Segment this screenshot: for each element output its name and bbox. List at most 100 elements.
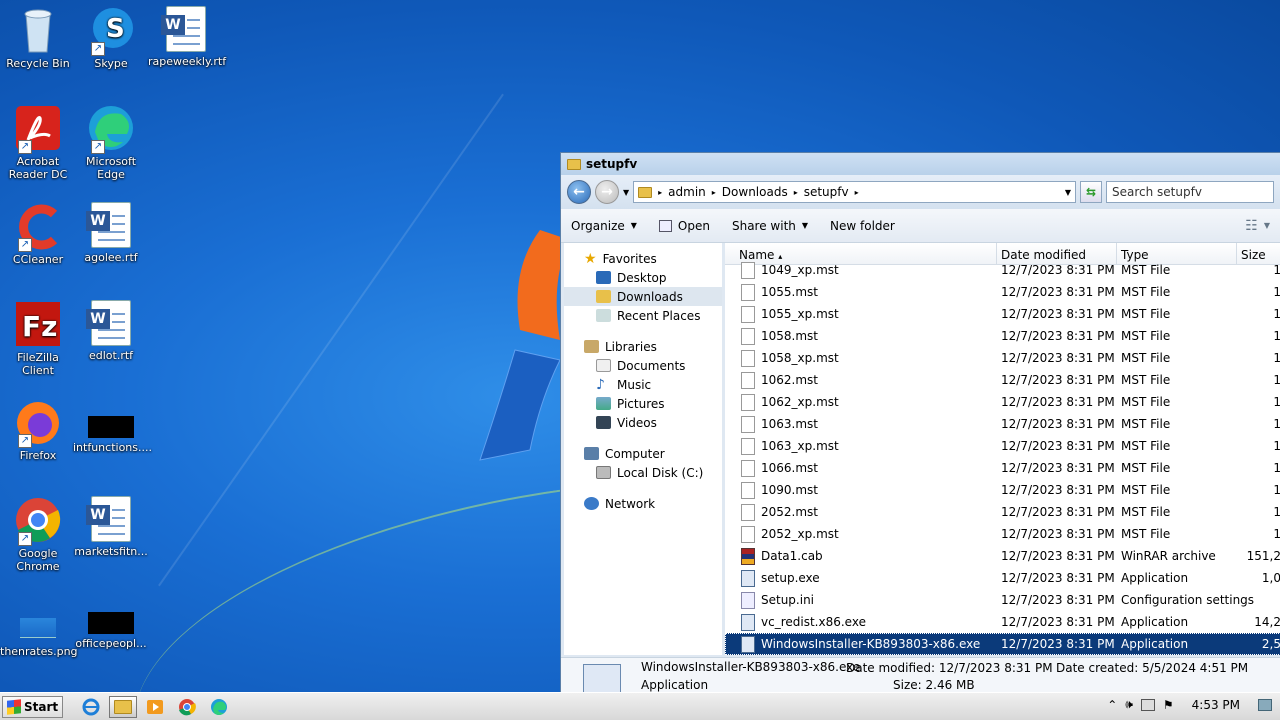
file-type: MST File <box>1121 285 1171 299</box>
libraries-icon <box>584 340 599 353</box>
file-row[interactable]: 1062.mst 12/7/2023 8:31 PM MST File 1 <box>725 369 1280 391</box>
desktop-icon-agolee[interactable]: W agolee.rtf <box>73 202 149 264</box>
chevron-right-icon[interactable]: ▸ <box>658 188 662 197</box>
desktop-icon-firefox[interactable]: ↗ Firefox <box>0 398 76 462</box>
desktop-icon-edlot[interactable]: W edlot.rtf <box>73 300 149 362</box>
file-name: 1058.mst <box>761 329 818 343</box>
downloads-folder-icon <box>596 290 611 303</box>
file-row[interactable]: 1055_xp.mst 12/7/2023 8:31 PM MST File 1 <box>725 303 1280 325</box>
desktop-icon-ccleaner[interactable]: ↗ CCleaner <box>0 202 76 266</box>
nav-computer[interactable]: Computer <box>564 444 722 463</box>
desktop-icon-chrome[interactable]: ↗ Google Chrome <box>0 496 76 573</box>
nav-libraries[interactable]: Libraries <box>564 337 722 356</box>
file-date: 12/7/2023 8:31 PM <box>1001 571 1115 585</box>
desktop-icon-rapeweekly[interactable]: W rapeweekly.rtf <box>148 6 226 68</box>
explorer-taskbar-icon[interactable] <box>109 695 138 718</box>
open-button[interactable]: Open <box>658 219 710 233</box>
nav-music[interactable]: ♪ Music <box>564 375 722 394</box>
media-player-icon[interactable] <box>141 696 169 718</box>
organize-button[interactable]: Organize ▼ <box>571 219 637 233</box>
file-row[interactable]: 1062_xp.mst 12/7/2023 8:31 PM MST File 1 <box>725 391 1280 413</box>
desktop-icon-skype[interactable]: S ↗ Skype <box>73 6 149 70</box>
back-button[interactable]: ← <box>567 180 591 204</box>
file-row[interactable]: 1058.mst 12/7/2023 8:31 PM MST File 1 <box>725 325 1280 347</box>
file-row[interactable]: 1090.mst 12/7/2023 8:31 PM MST File 1 <box>725 479 1280 501</box>
action-center-flag-icon[interactable]: ⚑ <box>1163 698 1174 712</box>
search-input[interactable]: Search setupfv <box>1106 181 1274 203</box>
file-date: 12/7/2023 8:31 PM <box>1001 593 1115 607</box>
file-date: 12/7/2023 8:31 PM <box>1001 527 1115 541</box>
nav-videos[interactable]: Videos <box>564 413 722 432</box>
share-with-button[interactable]: Share with ▼ <box>732 219 808 233</box>
chevron-right-icon[interactable]: ▸ <box>794 188 798 197</box>
details-modified: Date modified: 12/7/2023 8:31 PM <box>846 661 1053 675</box>
desktop-icon-thenrates[interactable]: thenrates.png <box>0 594 78 658</box>
file-row[interactable]: 1055.mst 12/7/2023 8:31 PM MST File 1 <box>725 281 1280 303</box>
explorer-window[interactable]: setupfv ← → ▼ ▸ admin ▸ Downloads ▸ setu… <box>560 152 1280 696</box>
view-options-icon[interactable]: ☷ ▼ <box>1245 218 1270 234</box>
column-header-size[interactable]: Size <box>1237 243 1280 264</box>
file-row[interactable]: 1063_xp.mst 12/7/2023 8:31 PM MST File 1 <box>725 435 1280 457</box>
nav-documents[interactable]: Documents <box>564 356 722 375</box>
desktop-icon-label: FileZilla Client <box>17 351 59 377</box>
window-titlebar[interactable]: setupfv <box>561 153 1280 175</box>
desktop-icon-filezilla[interactable]: Fz FileZilla Client <box>0 300 76 377</box>
show-hidden-icons-icon[interactable]: ⌃ <box>1107 698 1117 712</box>
nav-recent-places[interactable]: Recent Places <box>564 306 722 325</box>
start-button[interactable]: Start <box>2 695 64 718</box>
file-row[interactable]: 1058_xp.mst 12/7/2023 8:31 PM MST File 1 <box>725 347 1280 369</box>
desktop-icon-marketsfitn[interactable]: W marketsfitn... <box>73 496 149 558</box>
file-row[interactable]: setup.exe 12/7/2023 8:31 PM Application 1,0 <box>725 567 1280 589</box>
file-row[interactable]: 2052_xp.mst 12/7/2023 8:31 PM MST File 1 <box>725 523 1280 545</box>
file-row[interactable]: Data1.cab 12/7/2023 8:31 PM WinRAR archive… <box>725 545 1280 567</box>
file-name: 1055_xp.mst <box>761 307 839 321</box>
chrome-taskbar-icon[interactable] <box>173 696 201 718</box>
address-dropdown-chevron-icon[interactable]: ▼ <box>1065 188 1071 197</box>
file-row[interactable]: 2052.mst 12/7/2023 8:31 PM MST File 1 <box>725 501 1280 523</box>
chevron-right-icon[interactable]: ▸ <box>855 188 859 197</box>
recent-pages-chevron-icon[interactable]: ▼ <box>623 188 629 197</box>
application-icon <box>741 635 755 653</box>
ie-icon[interactable] <box>77 696 105 718</box>
file-row[interactable]: 1063.mst 12/7/2023 8:31 PM MST File 1 <box>725 413 1280 435</box>
nav-pictures[interactable]: Pictures <box>564 394 722 413</box>
refresh-icon[interactable]: ⇆ <box>1080 181 1102 203</box>
nav-local-disk[interactable]: Local Disk (C:) <box>564 463 722 482</box>
file-row[interactable]: vc_redist.x86.exe 12/7/2023 8:31 PM Applic… <box>725 611 1280 633</box>
desktop-icon-recycle-bin[interactable]: Recycle Bin <box>0 6 76 70</box>
address-bar[interactable]: ▸ admin ▸ Downloads ▸ setupfv ▸ ▼ <box>633 181 1076 203</box>
file-date: 12/7/2023 8:31 PM <box>1001 417 1115 431</box>
file-row[interactable]: Setup.ini 12/7/2023 8:31 PM Configuration … <box>725 589 1280 611</box>
clock[interactable]: 4:53 PM <box>1192 698 1240 712</box>
file-row[interactable]: 1066.mst 12/7/2023 8:31 PM MST File 1 <box>725 457 1280 479</box>
nav-desktop[interactable]: Desktop <box>564 268 722 287</box>
column-header-date[interactable]: Date modified <box>997 243 1117 264</box>
desktop-icon-acrobat[interactable]: ↗ Acrobat Reader DC <box>0 104 76 181</box>
navigation-pane: ★ Favorites Desktop Downloads Recent Plac… <box>564 243 722 655</box>
column-header-type[interactable]: Type <box>1117 243 1237 264</box>
volume-icon[interactable]: 🕪 <box>1125 697 1133 712</box>
new-folder-button[interactable]: New folder <box>830 219 895 233</box>
breadcrumb-admin[interactable]: admin <box>668 185 706 199</box>
filezilla-icon: Fz <box>14 300 62 348</box>
forward-button[interactable]: → <box>595 180 619 204</box>
desktop-icon-officepeopl[interactable]: officepeopl... <box>73 594 149 650</box>
file-row[interactable]: WindowsInstaller-KB893803-x86.exe 12/7/20… <box>725 633 1280 655</box>
breadcrumb-setupfv[interactable]: setupfv <box>804 185 849 199</box>
file-row[interactable]: 1049_xp.mst 12/7/2023 8:31 PM MST File 1 <box>725 259 1280 281</box>
address-row: ← → ▼ ▸ admin ▸ Downloads ▸ setupfv ▸ ▼ … <box>561 175 1280 209</box>
nav-label: Desktop <box>617 270 667 285</box>
show-desktop-icon[interactable] <box>1258 698 1272 711</box>
network-status-icon[interactable] <box>1140 698 1155 711</box>
nav-network[interactable]: Network <box>564 494 722 513</box>
nav-favorites[interactable]: ★ Favorites <box>564 249 722 268</box>
nav-downloads[interactable]: Downloads <box>564 287 722 306</box>
desktop-icon-intfunctions[interactable]: intfunctions.... <box>73 398 152 454</box>
chevron-right-icon[interactable]: ▸ <box>712 188 716 197</box>
edge-taskbar-icon[interactable] <box>205 696 233 718</box>
file-type: MST File <box>1121 527 1171 541</box>
desktop-icon-edge[interactable]: ↗ Microsoft Edge <box>73 104 149 181</box>
breadcrumb-downloads[interactable]: Downloads <box>722 185 788 199</box>
file-type: MST File <box>1121 263 1171 277</box>
nav-label: Recent Places <box>617 308 701 323</box>
